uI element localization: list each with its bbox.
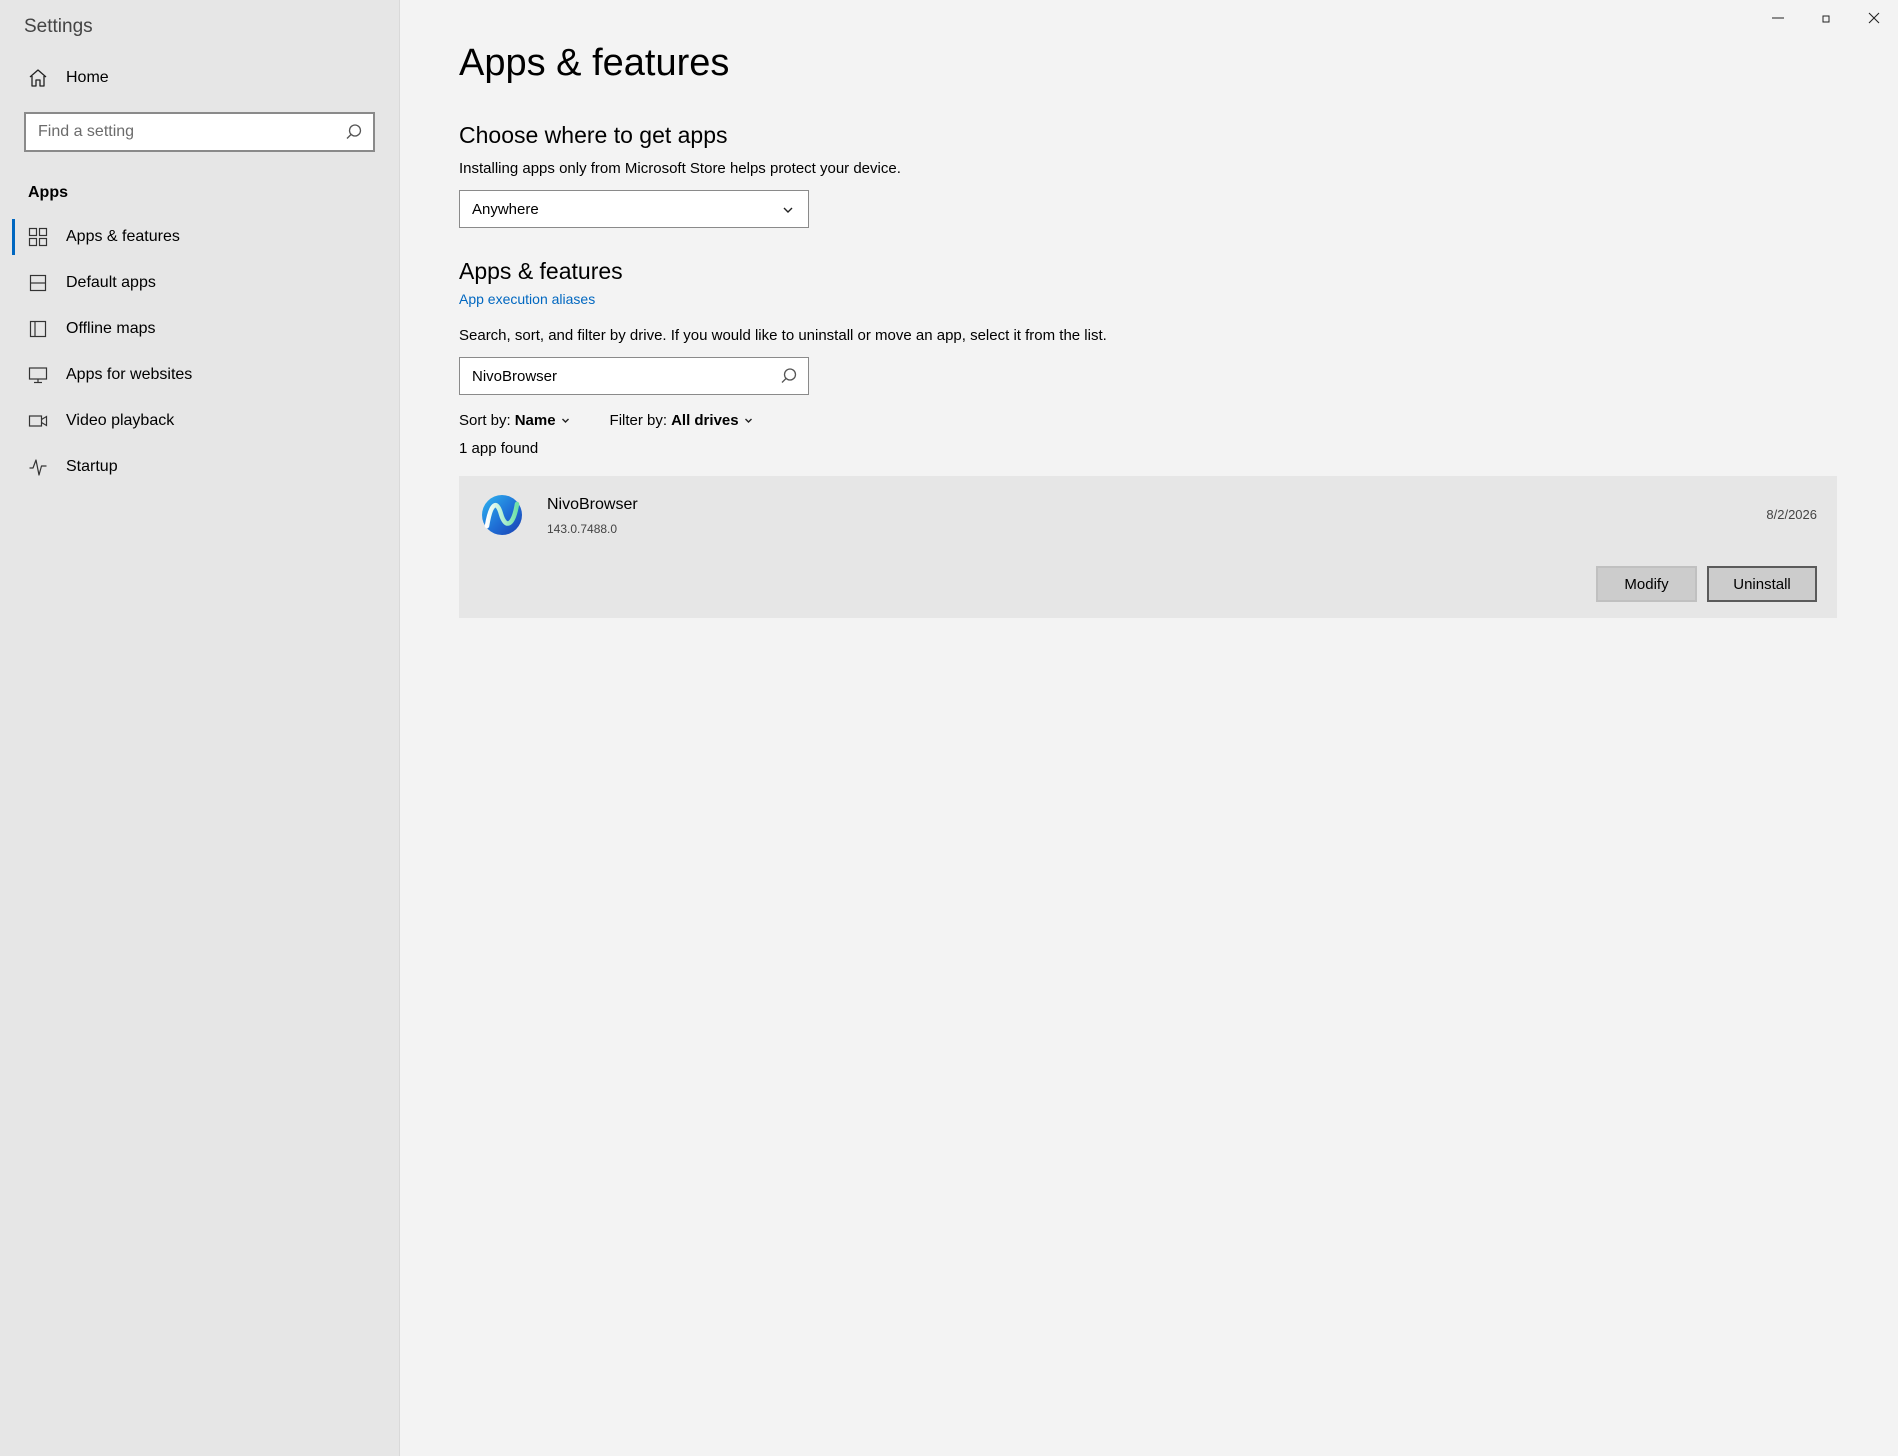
app-search-input[interactable] xyxy=(460,366,760,386)
apps-features-heading: Apps & features xyxy=(459,258,623,284)
filter-by-label: Filter by: xyxy=(609,412,668,429)
app-version: 143.0.7488.0 xyxy=(547,522,618,536)
choose-apps-description: Installing apps only from Microsoft Stor… xyxy=(459,160,901,177)
sidebar-item-label: Offline maps xyxy=(66,320,156,337)
nav-list: Apps & features Default apps Offline map… xyxy=(0,214,399,490)
filter-by-value: All drives xyxy=(671,412,739,429)
search-description: Search, sort, and filter by drive. If yo… xyxy=(459,327,1107,344)
nivobrowser-logo-icon xyxy=(481,492,523,538)
sort-filter-row: Sort by: Name Filter by: All drives xyxy=(459,412,793,429)
app-search-box[interactable] xyxy=(459,357,809,395)
sidebar-item-label: Startup xyxy=(66,458,118,475)
sidebar-item-apps-features[interactable]: Apps & features xyxy=(0,214,399,260)
chevron-down-icon xyxy=(561,412,570,429)
close-button[interactable] xyxy=(1850,0,1898,40)
app-install-date: 8/2/2026 xyxy=(1766,507,1817,522)
sidebar-item-default-apps[interactable]: Default apps xyxy=(0,260,399,306)
sidebar-item-label: Apps for websites xyxy=(66,366,193,383)
window-title: Settings xyxy=(24,16,93,37)
settings-search-box[interactable] xyxy=(24,112,375,152)
sidebar-item-offline-maps[interactable]: Offline maps xyxy=(0,306,399,352)
result-count: 1 app found xyxy=(459,440,539,457)
minimize-button[interactable] xyxy=(1754,0,1802,40)
minimize-icon xyxy=(1771,11,1785,30)
main-content: Apps & features Choose where to get apps… xyxy=(400,0,1898,1456)
sidebar-item-video-playback[interactable]: Video playback xyxy=(0,398,399,444)
monitor-icon xyxy=(28,365,48,385)
sort-by-label: Sort by: xyxy=(459,412,511,429)
section-label-apps: Apps xyxy=(28,184,68,201)
sidebar-item-label: Video playback xyxy=(66,412,175,429)
sidebar: Settings Home Apps xyxy=(0,0,400,1456)
uninstall-button[interactable]: Uninstall xyxy=(1707,566,1817,602)
chevron-down-icon xyxy=(744,412,753,429)
close-icon xyxy=(1867,11,1881,30)
home-nav-item[interactable]: Home xyxy=(28,62,109,94)
page-title: Apps & features xyxy=(459,42,730,84)
app-execution-aliases-link[interactable]: App execution aliases xyxy=(459,291,595,307)
settings-search-input[interactable] xyxy=(26,122,326,142)
settings-window: Settings Home Apps xyxy=(0,0,1898,1456)
filter-by-dropdown[interactable]: Filter by: All drives xyxy=(610,412,753,429)
maximize-icon xyxy=(1821,11,1831,29)
search-icon[interactable] xyxy=(345,123,363,146)
search-icon[interactable] xyxy=(780,367,798,390)
default-apps-icon xyxy=(28,273,48,293)
startup-pulse-icon xyxy=(28,457,48,477)
home-icon xyxy=(28,68,48,88)
sort-by-dropdown[interactable]: Sort by: Name xyxy=(459,412,570,429)
offline-maps-icon xyxy=(28,319,48,339)
maximize-button[interactable] xyxy=(1802,0,1850,40)
app-source-dropdown-value: Anywhere xyxy=(472,200,539,218)
chevron-down-icon xyxy=(782,203,794,220)
sidebar-item-label: Apps & features xyxy=(66,228,180,245)
choose-apps-heading: Choose where to get apps xyxy=(459,122,728,148)
app-source-dropdown[interactable]: Anywhere xyxy=(459,190,809,228)
modify-button[interactable]: Modify xyxy=(1596,566,1697,602)
sidebar-item-apps-for-websites[interactable]: Apps for websites xyxy=(0,352,399,398)
apps-grid-icon xyxy=(28,227,48,247)
sidebar-item-startup[interactable]: Startup xyxy=(0,444,399,490)
video-camera-icon xyxy=(28,411,48,431)
sidebar-item-label: Default apps xyxy=(66,274,156,291)
home-label: Home xyxy=(66,69,109,86)
app-list-item[interactable]: NivoBrowser 143.0.7488.0 8/2/2026 Modify… xyxy=(459,476,1837,618)
sort-by-value: Name xyxy=(514,412,556,429)
app-name: NivoBrowser xyxy=(547,496,638,513)
window-controls xyxy=(1754,0,1898,40)
